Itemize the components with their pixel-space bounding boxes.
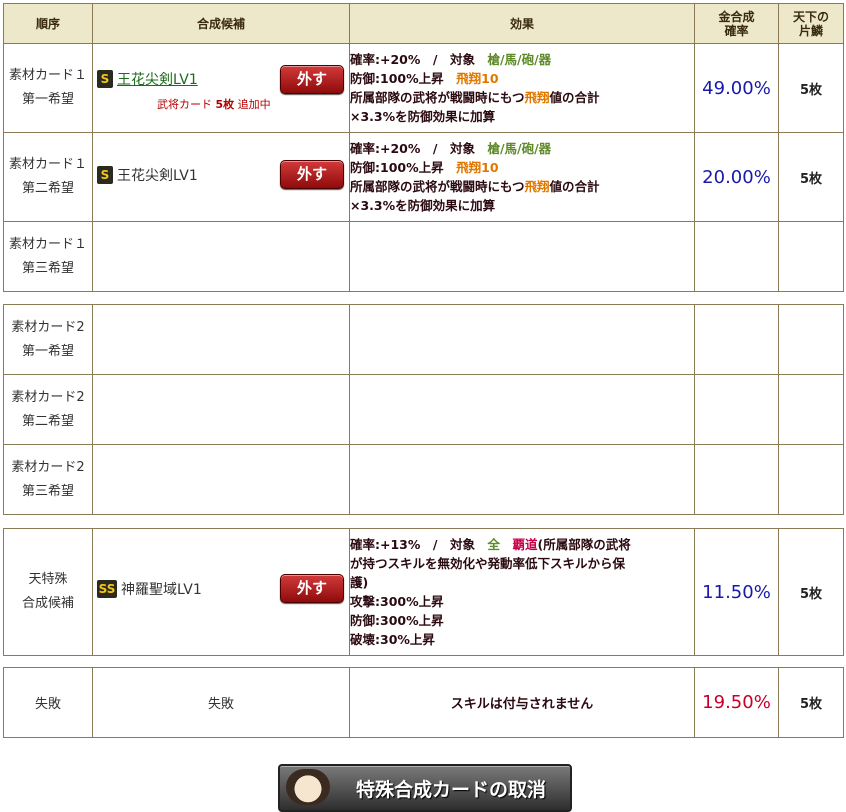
material1-choice2-row: 素材カード１ 第二希望 S 王花尖剣LV1 外す 確率:+20% / 対象 槍/馬/… (3, 132, 844, 222)
material1-table: 順序 合成候補 効果 金合成 確率 天下の 片鱗 素材カード１ 第一希望 S 王花尖剣L… (3, 3, 844, 292)
cancel-special-card-button[interactable]: 特殊合成カードの取消 (278, 764, 572, 812)
material2-choice1-row: 素材カード2 第一希望 (3, 304, 844, 375)
header-gold-prob: 金合成 確率 (694, 3, 779, 44)
character-face-icon (286, 769, 330, 805)
order-cell: 素材カード2 第三希望 (3, 444, 93, 515)
material1-choice1-row: 素材カード１ 第一希望 S 王花尖剣LV1 武将カード 5枚 追加中 外す 確率:+… (3, 43, 844, 133)
failure-row: 失敗 失敗 スキルは付与されません 19.50% 5枚 (3, 667, 844, 738)
general-card-note: 武将カード 5枚 追加中 (157, 98, 271, 111)
remove-button[interactable]: 外す (280, 65, 344, 94)
cancel-button-label: 特殊合成カードの取消 (356, 779, 547, 801)
effect-cell: 確率:+20% / 対象 槍/馬/砲/器 防御:100%上昇 飛翔10 所属部隊… (349, 43, 695, 133)
header-effect: 効果 (349, 3, 695, 44)
candidate-cell (92, 444, 350, 515)
probability-value: 49.00% (694, 43, 779, 133)
candidate-cell (92, 221, 350, 292)
candidate-cell: S 王花尖剣LV1 外す (92, 132, 350, 222)
scale-value (778, 221, 844, 292)
rank-badge: S (97, 70, 113, 88)
material2-choice3-row: 素材カード2 第三希望 (3, 444, 844, 515)
candidate-cell (92, 374, 350, 445)
order-cell: 素材カード１ 第一希望 (3, 43, 93, 133)
material1-choice3-row: 素材カード１ 第三希望 (3, 221, 844, 292)
rank-badge: S (97, 166, 113, 184)
order-cell: 天特殊 合成候補 (3, 528, 93, 656)
probability-value (694, 444, 779, 515)
candidate-cell (92, 304, 350, 375)
candidate-cell: SS 神羅聖域LV1 外す (92, 528, 350, 656)
skill-link[interactable]: 王花尖剣LV1 (117, 72, 198, 88)
probability-value (694, 304, 779, 375)
effect-cell (349, 221, 695, 292)
effect-cell: 確率:+20% / 対象 槍/馬/砲/器 防御:100%上昇 飛翔10 所属部隊… (349, 132, 695, 222)
material2-choice2-row: 素材カード2 第二希望 (3, 374, 844, 445)
probability-value: 11.50% (694, 528, 779, 656)
probability-value: 19.50% (694, 667, 779, 738)
probability-value: 20.00% (694, 132, 779, 222)
order-cell: 失敗 (3, 667, 93, 738)
effect-cell (349, 304, 695, 375)
header-order: 順序 (3, 3, 93, 44)
special-table: 天特殊 合成候補 SS 神羅聖域LV1 外す 確率:+13% / 対象 全 覇道(所… (3, 528, 844, 656)
order-cell: 素材カード2 第一希望 (3, 304, 93, 375)
remove-button[interactable]: 外す (280, 160, 344, 189)
scale-value: 5枚 (778, 528, 844, 656)
candidate-cell: 失敗 (92, 667, 350, 738)
header-candidate: 合成候補 (92, 3, 350, 44)
scale-value (778, 304, 844, 375)
header-row: 順序 合成候補 効果 金合成 確率 天下の 片鱗 (3, 3, 844, 44)
failure-table: 失敗 失敗 スキルは付与されません 19.50% 5枚 (3, 667, 844, 738)
effect-cell: 確率:+13% / 対象 全 覇道(所属部隊の武将 が持つスキルを無効化や発動率… (349, 528, 695, 656)
probability-value (694, 374, 779, 445)
scale-value: 5枚 (778, 132, 844, 222)
effect-cell (349, 374, 695, 445)
candidate-cell: S 王花尖剣LV1 武将カード 5枚 追加中 外す (92, 43, 350, 133)
order-cell: 素材カード１ 第二希望 (3, 132, 93, 222)
effect-cell: スキルは付与されません (349, 667, 695, 738)
scale-value (778, 374, 844, 445)
scale-value: 5枚 (778, 43, 844, 133)
special-row: 天特殊 合成候補 SS 神羅聖域LV1 外す 確率:+13% / 対象 全 覇道(所… (3, 528, 844, 656)
order-cell: 素材カード１ 第三希望 (3, 221, 93, 292)
remove-button[interactable]: 外す (280, 574, 344, 603)
skill-name: 神羅聖域LV1 (121, 582, 202, 598)
order-cell: 素材カード2 第二希望 (3, 374, 93, 445)
header-scale: 天下の 片鱗 (778, 3, 844, 44)
material2-table: 素材カード2 第一希望 素材カード2 第二希望 素材カード2 第三希望 (3, 304, 844, 515)
scale-value: 5枚 (778, 667, 844, 738)
rank-badge: SS (97, 580, 117, 598)
effect-cell (349, 444, 695, 515)
skill-name: 王花尖剣LV1 (117, 168, 198, 184)
scale-value (778, 444, 844, 515)
probability-value (694, 221, 779, 292)
